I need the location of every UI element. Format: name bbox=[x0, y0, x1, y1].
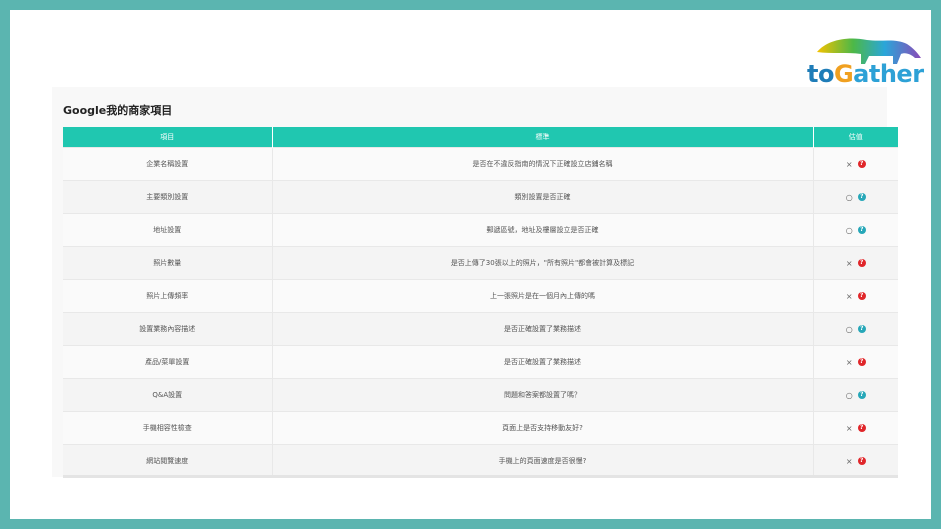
row-item: 產品/菜單設置 bbox=[63, 345, 273, 379]
row-item: 手機相容性檢查 bbox=[63, 411, 273, 445]
row-evaluation: ○? bbox=[813, 180, 898, 214]
row-item: 照片上傳頻率 bbox=[63, 279, 273, 313]
row-standard: 是否上傳了30張以上的照片，"所有照片"都會被計算及標記 bbox=[272, 246, 814, 280]
table-row: 照片上傳頻率 上一張照片是在一個月內上傳的嗎 ×? bbox=[63, 279, 898, 313]
table-row: 照片數量 是否上傳了30張以上的照片，"所有照片"都會被計算及標記 ×? bbox=[63, 246, 898, 280]
error-question-icon: ? bbox=[857, 457, 866, 465]
error-question-icon: ? bbox=[857, 292, 866, 300]
circle-mark-icon: ○ bbox=[845, 324, 853, 334]
cross-mark-icon: × bbox=[845, 291, 853, 301]
error-question-icon: ? bbox=[857, 259, 866, 267]
row-evaluation: ×? bbox=[813, 345, 898, 379]
row-item: Q&A設置 bbox=[63, 378, 273, 412]
row-standard: 是否正確設置了業務描述 bbox=[272, 345, 814, 379]
logo-text-g: G bbox=[833, 60, 854, 88]
row-standard: 頁面上是否支持移動友好? bbox=[272, 411, 814, 445]
info-question-icon: ? bbox=[857, 193, 866, 201]
evaluation-table: 項目 標準 估值 企業名稱設置 是否在不違反指南的情況下正確設立店鋪名稱 ×? 主要類… bbox=[63, 127, 898, 477]
row-standard: 上一張照片是在一個月內上傳的嗎 bbox=[272, 279, 814, 313]
row-standard: 類別設置是否正確 bbox=[272, 180, 814, 214]
cross-mark-icon: × bbox=[845, 357, 853, 367]
error-question-icon: ? bbox=[857, 424, 866, 432]
row-item: 照片數量 bbox=[63, 246, 273, 280]
row-standard: 問題和答案都設置了嗎？ bbox=[272, 378, 814, 412]
togather-logo: toGather bbox=[807, 30, 927, 94]
header-evaluation: 估值 bbox=[813, 127, 898, 148]
table-row: Q&A設置 問題和答案都設置了嗎？ ○? bbox=[63, 378, 898, 412]
row-evaluation: ×? bbox=[813, 444, 898, 477]
info-question-icon: ? bbox=[857, 391, 866, 399]
row-item: 設置業務內容描述 bbox=[63, 312, 273, 346]
logo-wordmark: toGather bbox=[807, 60, 924, 88]
page-title: Google我的商家項目 bbox=[63, 104, 173, 117]
row-evaluation: ○? bbox=[813, 378, 898, 412]
circle-mark-icon: ○ bbox=[845, 390, 853, 400]
error-question-icon: ? bbox=[857, 358, 866, 366]
logo-text-to: to bbox=[807, 60, 834, 88]
row-evaluation: ×? bbox=[813, 246, 898, 280]
table-row: 產品/菜單設置 是否正確設置了業務描述 ×? bbox=[63, 345, 898, 379]
table-row: 手機相容性檢查 頁面上是否支持移動友好? ×? bbox=[63, 411, 898, 445]
logo-text-ather: ather bbox=[853, 60, 924, 88]
table-bottom-bar bbox=[63, 475, 898, 478]
info-question-icon: ? bbox=[857, 325, 866, 333]
row-item: 網站閱覽速度 bbox=[63, 444, 273, 477]
row-evaluation: ×? bbox=[813, 279, 898, 313]
row-item: 企業名稱設置 bbox=[63, 147, 273, 181]
row-standard: 是否正確設置了業務描述 bbox=[272, 312, 814, 346]
table-row: 主要類別設置 類別設置是否正確 ○? bbox=[63, 180, 898, 214]
table-header-row: 項目 標準 估值 bbox=[63, 127, 898, 148]
row-evaluation: ○? bbox=[813, 213, 898, 247]
circle-mark-icon: ○ bbox=[845, 192, 853, 202]
cross-mark-icon: × bbox=[845, 258, 853, 268]
row-evaluation: ○? bbox=[813, 312, 898, 346]
row-item: 地址設置 bbox=[63, 213, 273, 247]
row-standard: 是否在不違反指南的情況下正確設立店鋪名稱 bbox=[272, 147, 814, 181]
cross-mark-icon: × bbox=[845, 423, 853, 433]
row-standard: 手機上的頁面速度是否很慢? bbox=[272, 444, 814, 477]
header-standard: 標準 bbox=[272, 127, 814, 148]
cross-mark-icon: × bbox=[845, 456, 853, 466]
row-item: 主要類別設置 bbox=[63, 180, 273, 214]
row-evaluation: ×? bbox=[813, 147, 898, 181]
row-standard: 郵遞區號，地址及樓層設立是否正確 bbox=[272, 213, 814, 247]
table-row: 企業名稱設置 是否在不違反指南的情況下正確設立店鋪名稱 ×? bbox=[63, 147, 898, 181]
row-evaluation: ×? bbox=[813, 411, 898, 445]
error-question-icon: ? bbox=[857, 160, 866, 168]
header-item: 項目 bbox=[63, 127, 273, 148]
slide: toGather Google我的商家項目 項目 標準 估值 企業名稱設置 是否在… bbox=[10, 10, 931, 519]
table-row: 網站閱覽速度 手機上的頁面速度是否很慢? ×? bbox=[63, 444, 898, 477]
table-row: 設置業務內容描述 是否正確設置了業務描述 ○? bbox=[63, 312, 898, 346]
circle-mark-icon: ○ bbox=[845, 225, 853, 235]
info-question-icon: ? bbox=[857, 226, 866, 234]
table-row: 地址設置 郵遞區號，地址及樓層設立是否正確 ○? bbox=[63, 213, 898, 247]
cross-mark-icon: × bbox=[845, 159, 853, 169]
